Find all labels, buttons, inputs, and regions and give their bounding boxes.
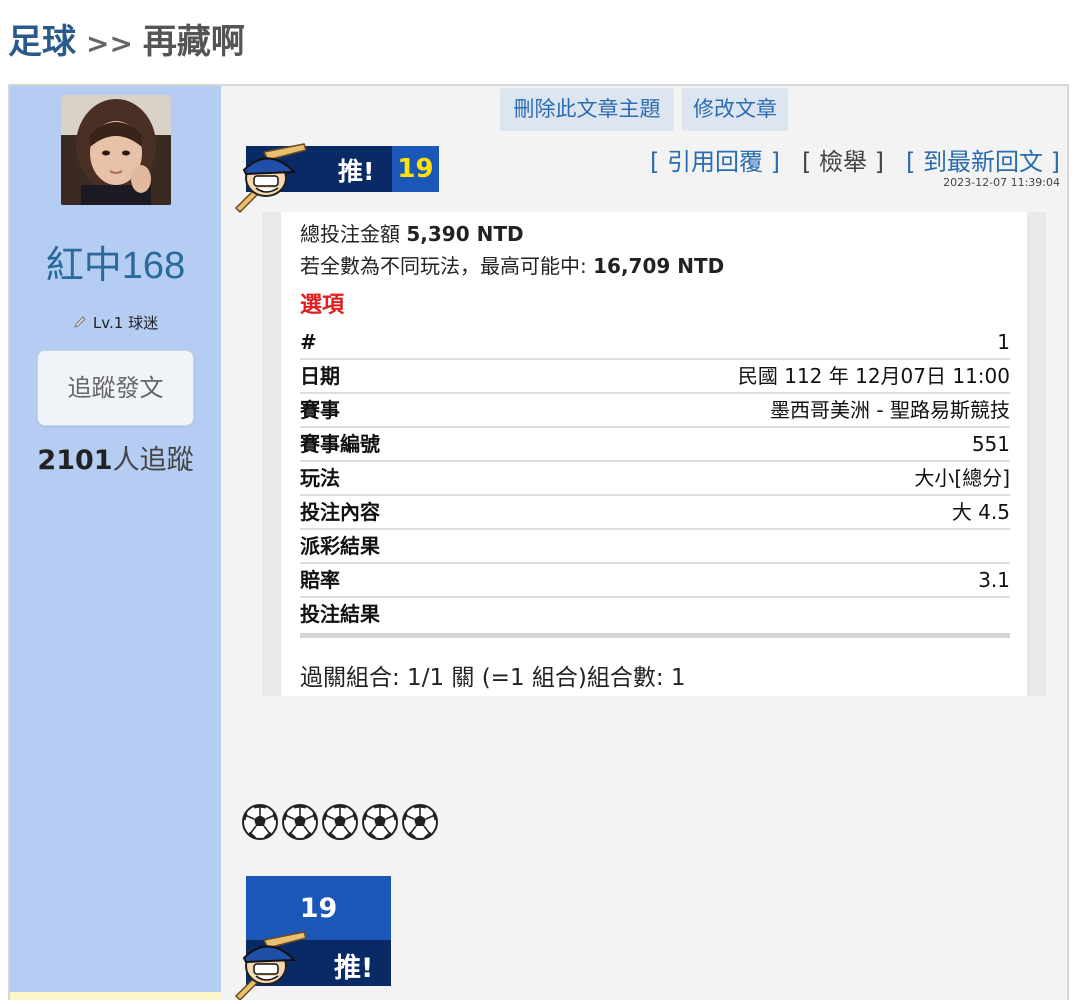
- push-label: 推!: [338, 157, 375, 186]
- table-row: 玩法 大小[總分]: [300, 462, 1010, 496]
- row-key: 賽事: [300, 398, 340, 422]
- author-level: Lv.1 球迷: [10, 312, 221, 333]
- row-value: 551: [971, 432, 1010, 456]
- soccer-ball-icon: [400, 802, 440, 842]
- soccer-ball-icon: [360, 802, 400, 842]
- baseball-mascot-icon: [230, 930, 310, 1004]
- bet-max-label: 若全數為不同玩法，最高可能中:: [300, 254, 587, 278]
- soccer-ball-icon: [320, 802, 360, 842]
- row-value: 1: [997, 330, 1010, 354]
- post-timestamp: 2023-12-07 11:39:04: [943, 176, 1060, 189]
- follow-button[interactable]: 追蹤發文: [37, 350, 194, 426]
- page-title: 再藏啊: [142, 22, 245, 62]
- breadcrumb: 足球 >> 再藏啊: [8, 14, 245, 63]
- bet-max-value: 16,709 NTD: [593, 254, 725, 278]
- row-key: 派彩結果: [300, 534, 380, 558]
- soccer-emoji-row: [240, 802, 440, 842]
- bet-slip-content: 總投注金額 5,390 NTD 若全數為不同玩法，最高可能中: 16,709 N…: [300, 218, 1010, 692]
- baseball-mascot-icon: [230, 142, 310, 218]
- table-row: 投注內容 大 4.5: [300, 496, 1010, 530]
- soccer-ball-icon: [280, 802, 320, 842]
- bet-total-value: 5,390 NTD: [406, 222, 524, 246]
- table-row: 賠率 3.1: [300, 564, 1010, 598]
- edit-post-button[interactable]: 修改文章: [682, 88, 788, 131]
- bet-max: 若全數為不同玩法，最高可能中: 16,709 NTD: [300, 250, 1010, 282]
- row-key: 投注結果: [300, 602, 380, 626]
- push-count: 19: [392, 146, 439, 192]
- table-divider: [300, 633, 1010, 638]
- row-key: #: [300, 330, 317, 354]
- row-value: 民國 112 年 12月07日 11:00: [737, 364, 1010, 388]
- soccer-ball-icon: [240, 802, 280, 842]
- follower-number: 2101: [37, 445, 113, 476]
- bet-total: 總投注金額 5,390 NTD: [300, 218, 1010, 250]
- row-value: 墨西哥美洲 - 聖路易斯競技: [770, 398, 1010, 422]
- table-row: 投注結果: [300, 598, 1010, 630]
- bottom-push-label: 推!: [334, 953, 374, 984]
- avatar[interactable]: [61, 95, 171, 205]
- row-key: 賽事編號: [300, 432, 380, 456]
- follower-suffix: 人追蹤: [112, 445, 194, 476]
- table-row: 賽事編號 551: [300, 428, 1010, 462]
- post-actions: [ 引用回覆 ] [ 檢舉 ] [ 到最新回文 ]: [628, 142, 1060, 177]
- author-level-text: Lv.1 球迷: [92, 314, 159, 332]
- pencil-icon: [73, 315, 87, 329]
- table-row: 賽事 墨西哥美洲 - 聖路易斯競技: [300, 394, 1010, 428]
- row-key: 日期: [300, 364, 340, 388]
- sidebar-footer: [10, 992, 221, 1000]
- row-value: 大 4.5: [951, 500, 1010, 524]
- report-link[interactable]: [ 檢舉 ]: [802, 148, 884, 176]
- breadcrumb-board-link[interactable]: 足球: [8, 22, 76, 62]
- parlay-combination: 過關組合: 1/1 關 (=1 組合)組合數: 1: [300, 665, 686, 691]
- row-value: 3.1: [978, 568, 1010, 592]
- delete-topic-button[interactable]: 刪除此文章主題: [500, 88, 674, 131]
- bet-table: #1 日期 民國 112 年 12月07日 11:00 賽事 墨西哥美洲 - 聖路易…: [300, 326, 1010, 630]
- row-key: 賠率: [300, 568, 340, 592]
- follower-count: 2101人追蹤: [10, 438, 221, 477]
- row-key: 玩法: [300, 466, 340, 490]
- table-row: #1: [300, 326, 1010, 360]
- row-value: 大小[總分]: [914, 466, 1010, 490]
- options-title: 選項: [300, 293, 345, 318]
- quote-reply-link[interactable]: [ 引用回覆 ]: [650, 148, 780, 176]
- table-row: 日期 民國 112 年 12月07日 11:00: [300, 360, 1010, 394]
- row-key: 投注內容: [300, 500, 380, 524]
- breadcrumb-separator: >>: [86, 27, 133, 60]
- author-sidebar: [10, 86, 221, 992]
- author-name[interactable]: 紅中168: [10, 234, 221, 289]
- bet-total-label: 總投注金額: [300, 222, 400, 246]
- latest-reply-link[interactable]: [ 到最新回文 ]: [906, 148, 1060, 176]
- table-row: 派彩結果: [300, 530, 1010, 564]
